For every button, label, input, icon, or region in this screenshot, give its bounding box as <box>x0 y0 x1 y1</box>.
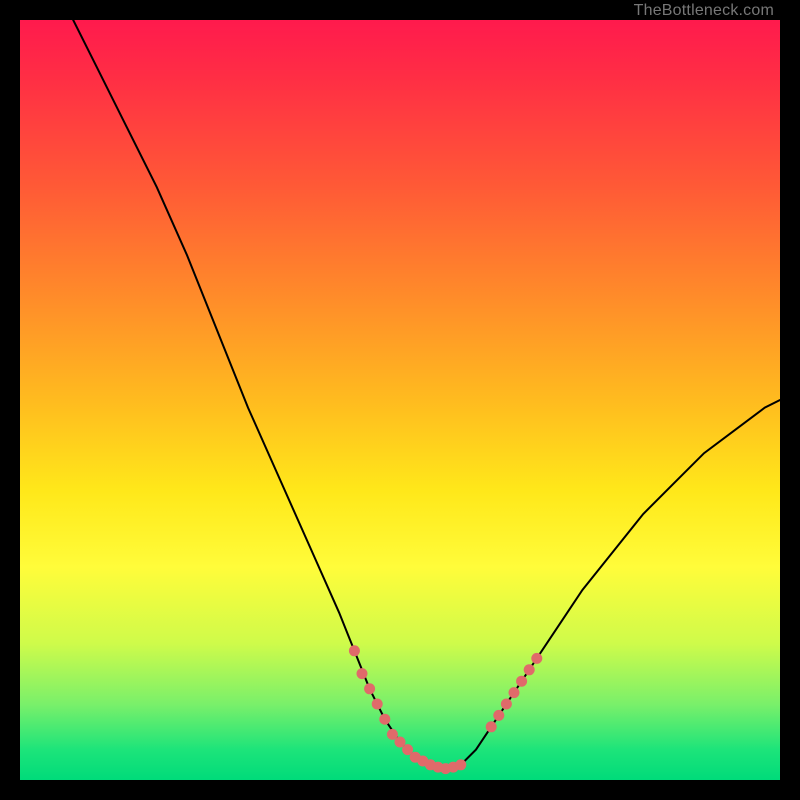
curve-marker <box>501 699 512 710</box>
curve-marker <box>486 721 497 732</box>
marker-group-bottom <box>395 737 467 775</box>
chart-frame: TheBottleneck.com <box>20 20 780 780</box>
curve-marker <box>364 683 375 694</box>
curve-marker <box>455 759 466 770</box>
marker-group-left <box>349 645 398 740</box>
chart-svg <box>20 20 780 780</box>
curve-marker <box>531 653 542 664</box>
bottleneck-curve-path <box>73 20 780 769</box>
curve-marker <box>357 668 368 679</box>
curve-marker <box>493 710 504 721</box>
marker-group-right <box>486 653 543 732</box>
curve-marker <box>372 699 383 710</box>
curve-marker <box>349 645 360 656</box>
curve-marker <box>516 676 527 687</box>
watermark-text: TheBottleneck.com <box>634 2 774 20</box>
curve-marker <box>524 664 535 675</box>
curve-marker <box>509 687 520 698</box>
curve-marker <box>379 714 390 725</box>
